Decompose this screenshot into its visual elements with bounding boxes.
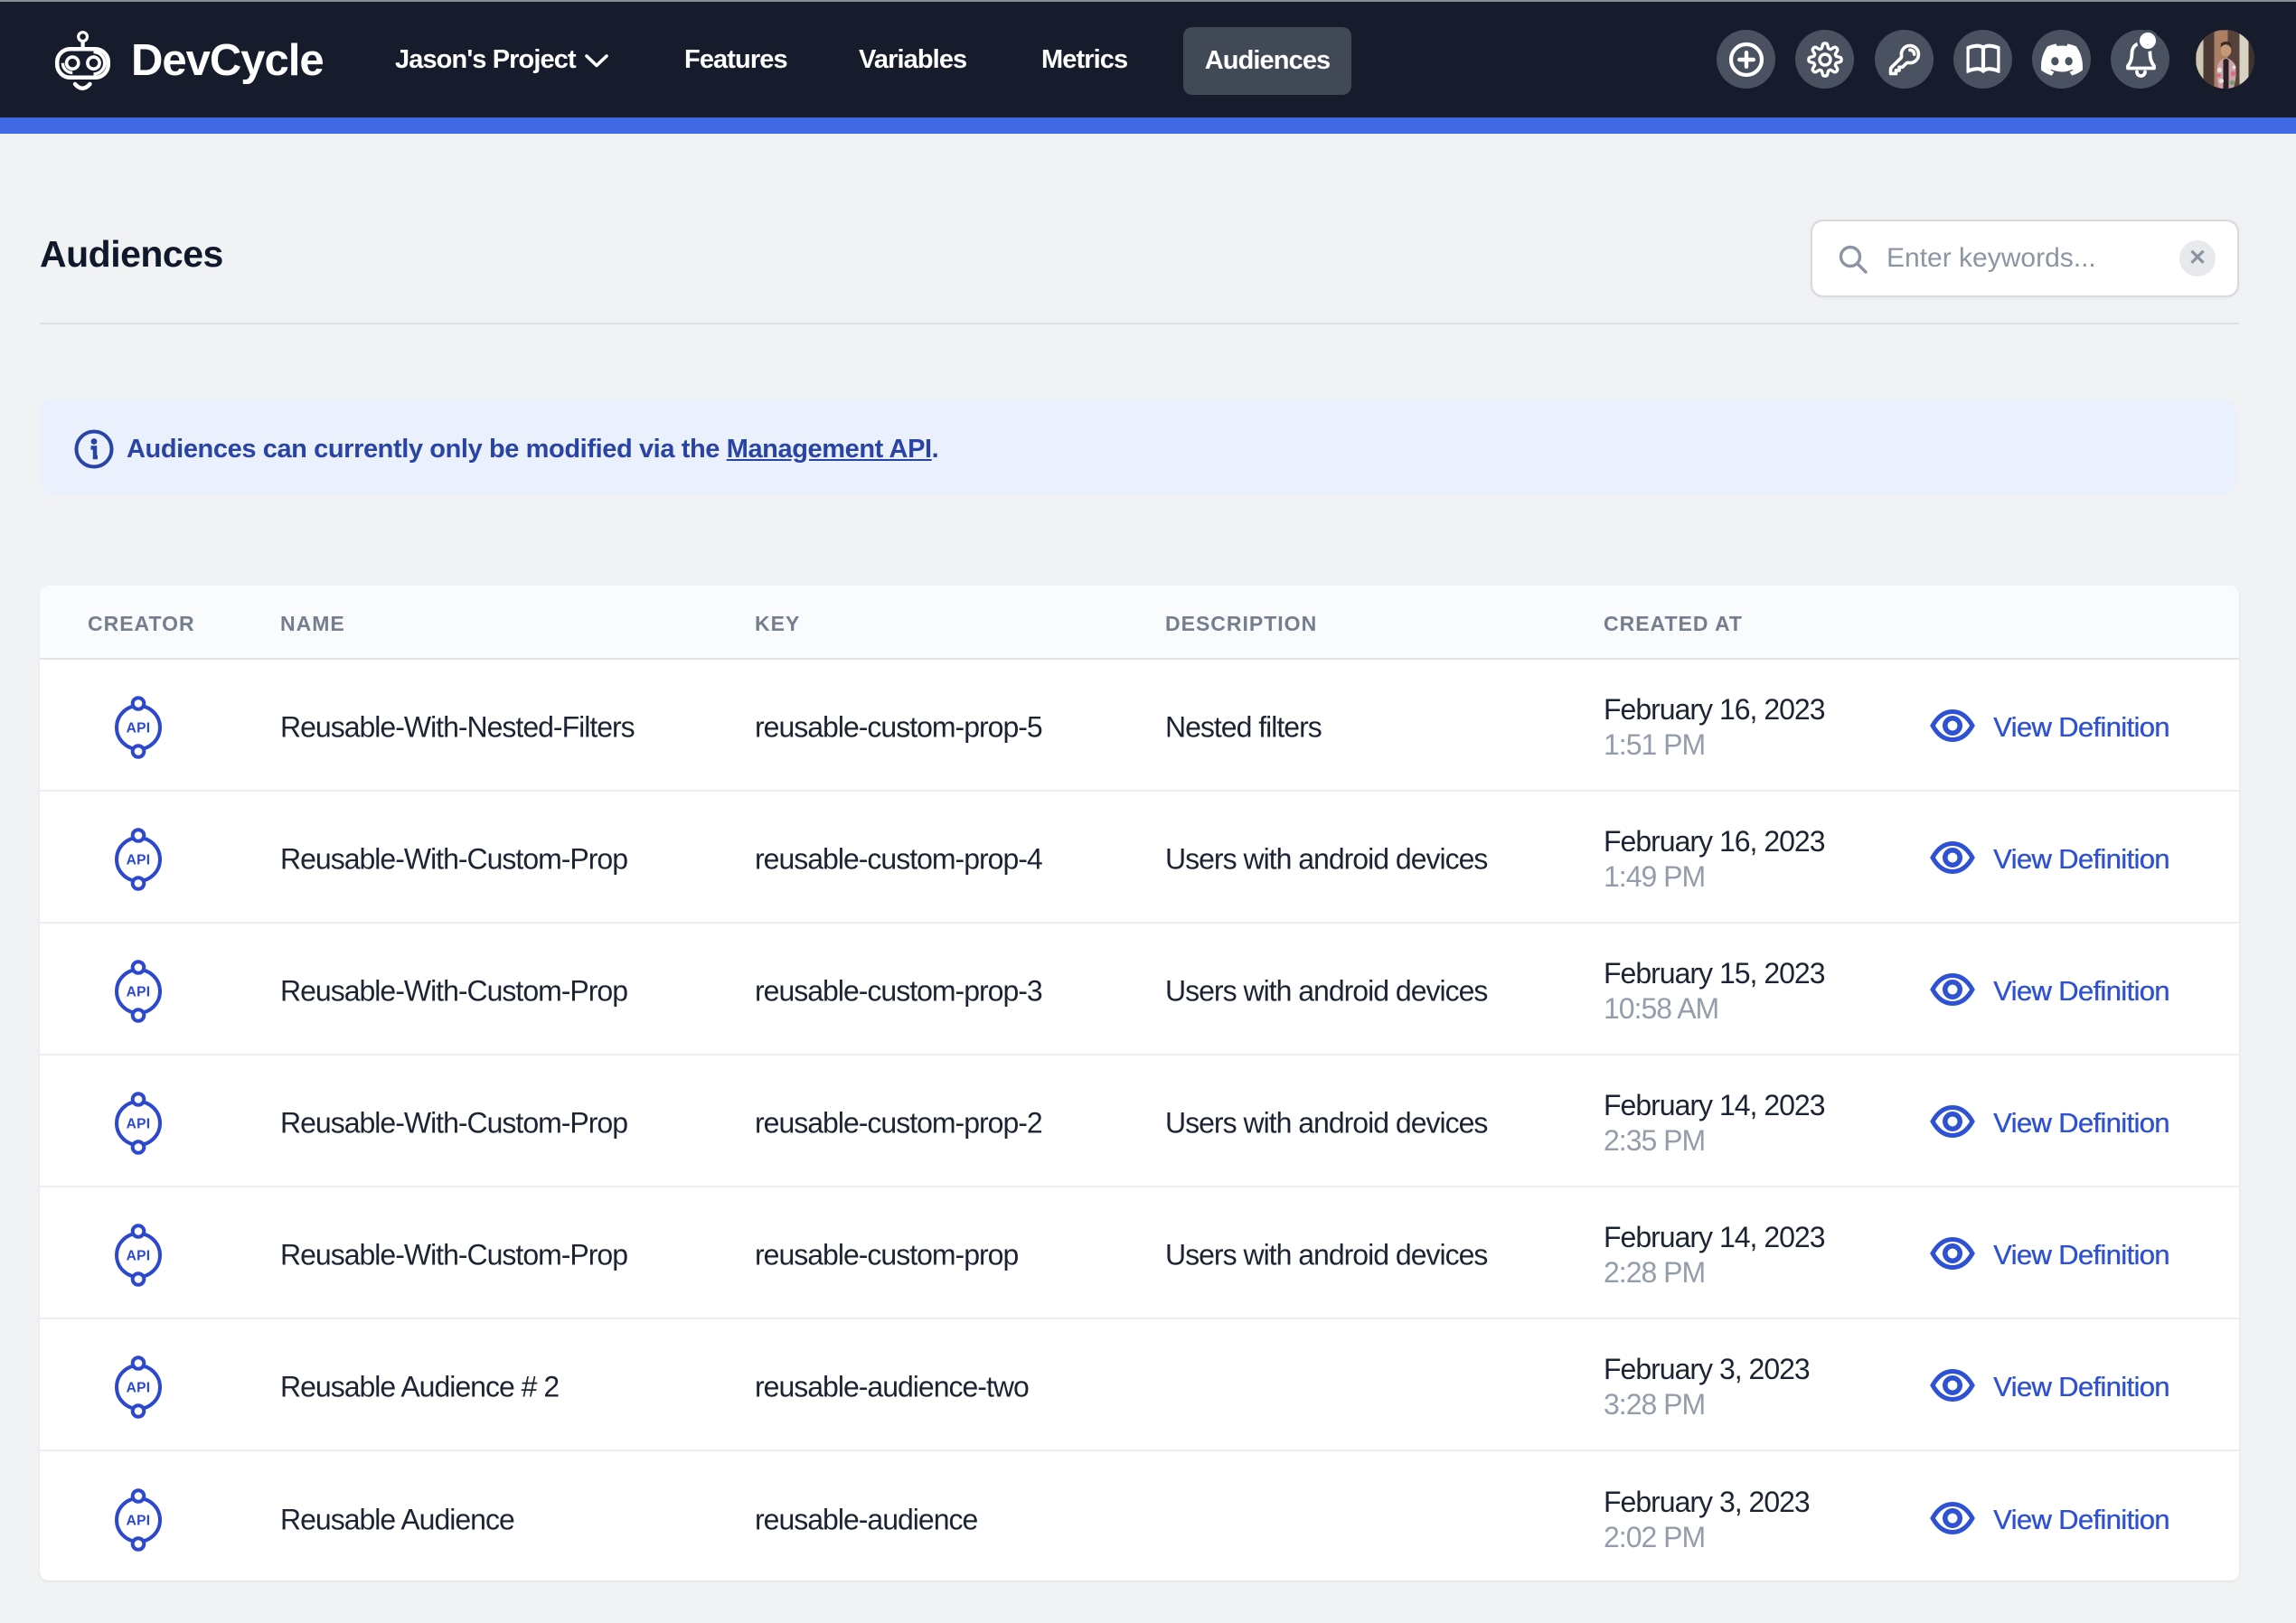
svg-text:API: API [127, 853, 151, 868]
svg-text:API: API [127, 1514, 151, 1529]
svg-text:API: API [127, 1117, 151, 1132]
svg-text:API: API [127, 721, 151, 736]
svg-text:API: API [127, 985, 151, 1000]
svg-text:API: API [127, 1249, 151, 1264]
svg-text:API: API [127, 1381, 151, 1396]
